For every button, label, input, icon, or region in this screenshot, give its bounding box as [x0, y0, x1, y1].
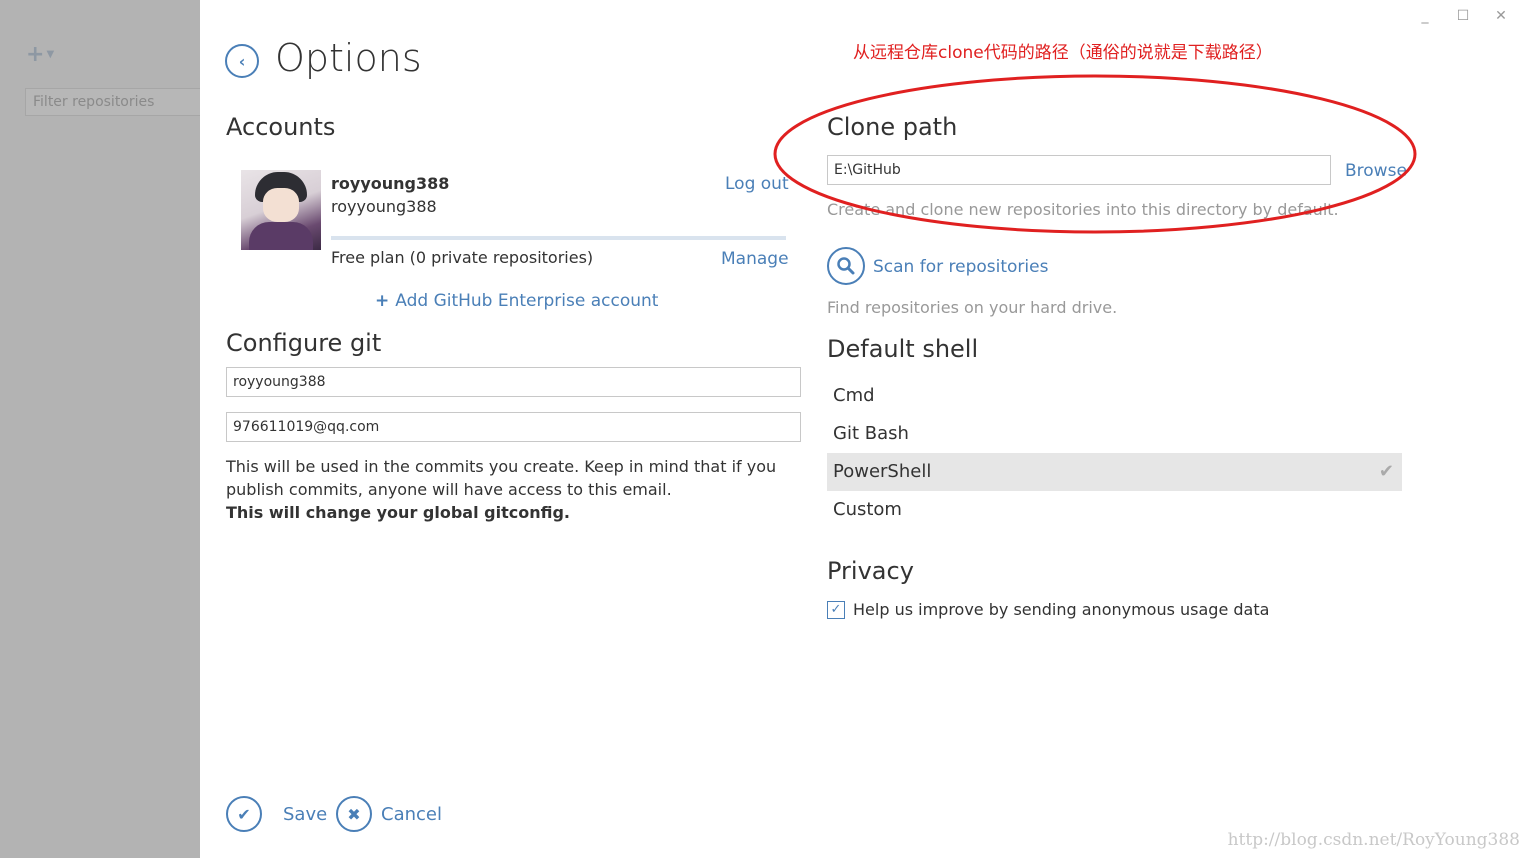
default-shell-heading: Default shell [827, 335, 979, 363]
plan-usage-bar [331, 236, 786, 240]
avatar [241, 170, 321, 250]
shell-option-label: Git Bash [833, 423, 909, 444]
privacy-heading: Privacy [827, 557, 914, 585]
shell-option-powershell[interactable]: PowerShell ✔ [827, 453, 1402, 491]
filter-repositories-input[interactable]: Filter repositories [25, 88, 200, 116]
shell-list: Cmd Git Bash PowerShell ✔ Custom [827, 377, 1402, 529]
accounts-heading: Accounts [226, 113, 336, 141]
configure-git-heading: Configure git [226, 329, 382, 357]
shell-option-label: Cmd [833, 385, 875, 406]
sidebar: + ▼ Filter repositories [0, 0, 200, 858]
git-help-strong: This will change your global gitconfig. [226, 503, 570, 522]
manage-link[interactable]: Manage [721, 249, 789, 269]
git-help-text: This will be used in the commits you cre… [226, 455, 786, 524]
close-button[interactable]: ✕ [1482, 8, 1520, 24]
scan-for-repositories-link[interactable]: Scan for repositories [873, 257, 1048, 277]
usage-data-checkbox[interactable]: ✓ [827, 600, 845, 619]
usage-data-label: Help us improve by sending anonymous usa… [853, 600, 1270, 619]
cancel-button[interactable]: Cancel [381, 804, 442, 825]
window-controls: _ ☐ ✕ [1406, 8, 1520, 24]
back-button[interactable]: ‹ [225, 44, 259, 78]
cancel-icon-button[interactable]: ✖ [336, 796, 372, 832]
git-username-input[interactable]: royyoung388 [226, 367, 801, 397]
search-icon[interactable] [827, 247, 865, 285]
privacy-option: ✓ Help us improve by sending anonymous u… [827, 600, 1269, 619]
caret-down-icon: ▼ [46, 49, 55, 60]
annotation-text: 从远程仓库clone代码的路径（通俗的说就是下载路径） [853, 43, 1273, 63]
account-name: royyoung388 [331, 174, 450, 193]
shell-option-label: PowerShell [833, 461, 932, 482]
git-email-input[interactable]: 976611019@qq.com [226, 412, 801, 442]
maximize-button[interactable]: ☐ [1444, 8, 1482, 24]
checkmark-icon: ✓ [830, 602, 842, 617]
close-icon: ✖ [347, 804, 361, 824]
annotation-ellipse [773, 74, 1417, 234]
shell-option-cmd[interactable]: Cmd [827, 377, 1402, 415]
chevron-left-icon: ‹ [238, 51, 246, 71]
add-enterprise-label: Add GitHub Enterprise account [395, 291, 659, 311]
page-title: Options [275, 36, 422, 80]
account-login: royyoung388 [331, 197, 437, 216]
scan-description: Find repositories on your hard drive. [827, 298, 1118, 317]
shell-option-label: Custom [833, 499, 902, 520]
save-icon-button[interactable]: ✔ [226, 796, 262, 832]
plus-icon: + [375, 291, 390, 311]
shell-option-git-bash[interactable]: Git Bash [827, 415, 1402, 453]
checkmark-icon: ✔ [1378, 461, 1394, 482]
save-button[interactable]: Save [283, 804, 327, 825]
checkmark-icon: ✔ [237, 804, 251, 824]
shell-option-custom[interactable]: Custom [827, 491, 1402, 529]
watermark: http://blog.csdn.net/RoyYoung388 [1227, 830, 1520, 850]
add-repository-button[interactable]: + ▼ [26, 42, 54, 67]
git-help-line: This will be used in the commits you cre… [226, 457, 777, 499]
plan-text: Free plan (0 private repositories) [331, 248, 594, 267]
add-enterprise-account-link[interactable]: + Add GitHub Enterprise account [375, 291, 658, 311]
plus-icon: + [26, 42, 45, 67]
minimize-button[interactable]: _ [1406, 8, 1444, 24]
